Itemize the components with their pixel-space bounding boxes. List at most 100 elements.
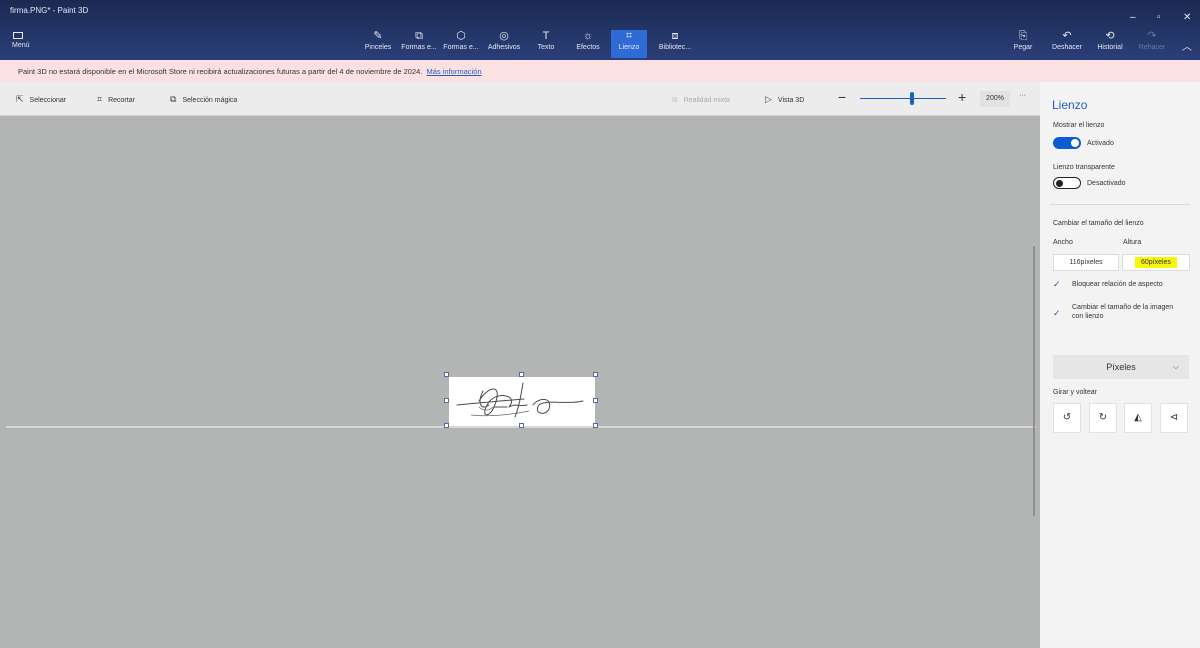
close-icon[interactable]: ✕ [1183,12,1191,23]
more-options-button[interactable]: ··· [1019,92,1026,99]
maximize-icon[interactable]: ▫ [1157,12,1161,23]
resize-handle-bottom[interactable] [519,423,524,428]
menu-icon [13,32,23,39]
transparent-canvas-label: Lienzo transparente [1053,164,1115,171]
canvas-workspace[interactable] [0,116,1040,648]
transparent-canvas-state: Desactivado [1087,180,1126,187]
tool-label: Pinceles [364,44,392,51]
resize-handle-top-right[interactable] [593,372,598,377]
redo-icon: ↷ [1147,30,1157,42]
magic-select-button[interactable]: ⧉ Selección mágica [170,94,237,105]
tool-2d-shapes[interactable]: ⧉ Formas e... [400,30,438,58]
resize-image-check-icon[interactable]: ✓ [1053,308,1061,319]
tool-text[interactable]: T Texto [533,30,559,58]
magic-select-icon: ⧉ [170,94,177,104]
action-label: Deshacer [1052,44,1082,51]
resize-handle-right[interactable] [593,398,598,403]
width-label: Ancho [1053,239,1073,246]
action-label: Historial [1097,44,1123,51]
show-canvas-toggle[interactable] [1053,137,1081,149]
view3d-label: Vista 3D [777,97,805,104]
flip-horizontal-button[interactable]: ⊲ [1160,403,1188,433]
canvas[interactable] [449,377,595,426]
crop-button[interactable]: ⌗ Recortar [97,94,135,105]
zoom-in-button[interactable]: + [958,89,966,105]
redo-button[interactable]: ↷ Rehacer [1136,30,1168,58]
rotate-left-button[interactable]: ↺ [1053,403,1081,433]
action-label: Rehacer [1138,44,1166,51]
flip-horizontal-icon: ⊲ [1169,412,1179,423]
text-icon: T [542,30,550,42]
3d-shapes-icon: ⬡ [456,30,466,42]
tool-label: Bibliotec... [658,44,692,51]
height-value: 60píxeles [1135,257,1177,268]
collapse-ribbon-icon[interactable]: ︿ [1182,38,1192,53]
height-input[interactable]: 60píxeles [1122,254,1190,271]
mixed-reality-button[interactable]: ⧈ Realidad mixta [672,94,730,105]
minimize-icon[interactable]: – [1130,12,1136,23]
menu-button[interactable]: Menú [12,32,42,56]
more-info-link[interactable]: Más información [427,67,482,76]
canvas-panel: Lienzo Mostrar el lienzo Activado Lienzo… [1040,82,1200,648]
flip-vertical-icon: ◭ [1134,412,1142,423]
undo-icon: ↶ [1062,30,1072,42]
history-icon: ⟲ [1105,30,1115,42]
tool-3d-shapes[interactable]: ⬡ Formas e... [441,30,481,58]
tool-label: Formas e... [443,44,479,51]
panel-divider [1050,204,1190,205]
transparent-canvas-toggle[interactable] [1053,177,1081,189]
resize-handle-top-left[interactable] [444,372,449,377]
history-button[interactable]: ⟲ Historial [1093,30,1127,58]
resize-handle-bottom-left[interactable] [444,423,449,428]
tool-label: Lienzo [618,44,640,51]
canvas-icon: ⌗ [625,30,633,42]
mixed-reality-icon: ⧈ [672,94,678,104]
paste-icon: ⎘ [1018,30,1028,42]
resize-canvas-label: Cambiar el tamaño del lienzo [1053,220,1144,227]
view3d-button[interactable]: ▷ Vista 3D [765,94,804,105]
view3d-icon: ▷ [765,94,772,104]
units-dropdown[interactable]: Píxeles ⌵ [1053,355,1189,379]
width-value: 116píxeles [1069,259,1103,266]
resize-handle-bottom-right[interactable] [593,423,598,428]
zoom-slider-track[interactable] [860,98,946,99]
2d-shapes-icon: ⧉ [415,30,423,42]
tool-canvas[interactable]: ⌗ Lienzo [611,30,647,58]
width-input[interactable]: 116píxeles [1053,254,1119,271]
tool-effects[interactable]: ☼ Efectos [573,30,603,58]
title-bar: firma.PNG* - Paint 3D – ▫ ✕ Menú ✎ Pince… [0,0,1200,60]
resize-handle-left[interactable] [444,398,449,403]
tool-label: Texto [537,44,555,51]
action-label: Pegar [1013,44,1033,51]
tool-label: Adhesivos [487,44,521,51]
signature-image [456,382,584,418]
panel-title: Lienzo [1052,98,1088,112]
zoom-slider-thumb[interactable] [909,92,914,105]
menu-label: Menú [12,42,30,49]
mixed-reality-label: Realidad mixta [683,97,731,104]
select-button[interactable]: ⇱ Seleccionar [16,94,66,105]
cursor-icon: ⇱ [16,94,24,104]
undo-button[interactable]: ↶ Deshacer [1048,30,1086,58]
tool-stickers[interactable]: ◎ Adhesivos [486,30,522,58]
resize-image-label-line2: con lienzo [1072,313,1104,320]
effects-icon: ☼ [582,30,594,42]
tool-library[interactable]: ⧈ Bibliotec... [654,30,696,58]
paste-button[interactable]: ⎘ Pegar [1010,30,1036,58]
select-label: Seleccionar [29,97,67,104]
zoom-level[interactable]: 200% [980,91,1010,107]
units-value: Píxeles [1106,362,1136,372]
crop-label: Recortar [108,97,135,104]
deprecation-notice: Paint 3D no estará disponible en el Micr… [0,60,1200,82]
vertical-scrollbar[interactable] [1033,246,1035,516]
flip-vertical-button[interactable]: ◭ [1124,403,1152,433]
tool-pinceles[interactable]: ✎ Pinceles [362,30,394,58]
resize-handle-top[interactable] [519,372,524,377]
zoom-out-button[interactable]: − [838,89,846,105]
tool-label: Formas e... [401,44,437,51]
lock-aspect-check-icon[interactable]: ✓ [1053,279,1061,290]
command-bar: ⇱ Seleccionar ⌗ Recortar ⧉ Selección mágica… [0,82,1040,116]
crop-icon: ⌗ [97,94,103,104]
stickers-icon: ◎ [499,30,509,42]
rotate-right-button[interactable]: ↻ [1089,403,1117,433]
